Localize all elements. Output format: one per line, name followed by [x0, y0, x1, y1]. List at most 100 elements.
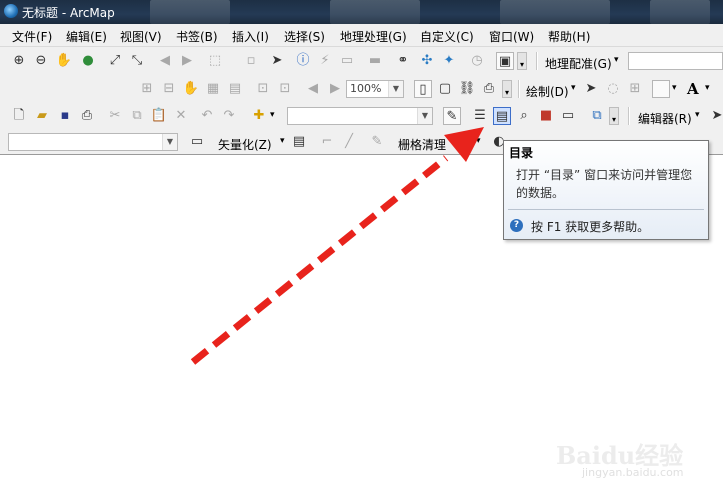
redo-icon[interactable]: ↷ — [220, 107, 238, 125]
new-text-icon[interactable]: A — [687, 80, 699, 98]
chevron-down-icon[interactable]: ▾ — [695, 110, 700, 120]
measure-icon[interactable]: ▬ — [366, 52, 384, 70]
select-arrow-icon[interactable]: ➤ — [582, 80, 600, 98]
menu-customize[interactable]: 自定义(C) — [420, 28, 474, 45]
chevron-down-icon[interactable]: ▾ — [476, 136, 481, 146]
tooltip-divider — [508, 209, 704, 210]
print-icon[interactable]: ⎙ — [78, 107, 96, 125]
select-features-icon[interactable]: ⬚ — [206, 52, 224, 70]
window-title: 无标题 - ArcMap — [22, 6, 115, 20]
editor-toolbar-icon[interactable]: ✎ — [443, 107, 461, 125]
zoom-in-icon[interactable]: ⊕ — [10, 52, 28, 70]
back-arrow-icon[interactable]: ◀ — [156, 52, 174, 70]
chevron-down-icon[interactable]: ▾ — [614, 55, 619, 65]
table-of-contents-icon[interactable]: ☰ — [471, 107, 489, 125]
zoom-to-selected-icon[interactable]: ⊞ — [626, 80, 644, 98]
toolbar-options-icon[interactable]: ▾ — [517, 52, 527, 70]
menu-insert[interactable]: 插入(I) — [232, 28, 269, 45]
go-to-xy-icon[interactable]: ✦ — [440, 52, 458, 70]
identify-icon[interactable]: ⓘ — [294, 52, 312, 70]
rectangle-icon[interactable] — [652, 80, 670, 98]
map-scale-select[interactable]: ▼ — [287, 107, 433, 125]
editor-menu[interactable]: 编辑器(R) — [638, 110, 692, 127]
create-viewer-window-icon[interactable]: ▣ — [496, 52, 514, 70]
zoom-percent-select[interactable]: 100% ▼ — [346, 80, 404, 98]
line-tool-icon[interactable]: ╱ — [340, 133, 358, 151]
menu-view[interactable]: 视图(V) — [120, 28, 162, 45]
tooltip-description: 打开 “目录” 窗口来访问并管理您的数据。 — [516, 168, 693, 200]
pan-hand-icon[interactable]: ✋ — [55, 52, 73, 70]
new-document-icon[interactable]: 🗋 — [10, 107, 28, 125]
html-popup-icon[interactable]: ▭ — [338, 52, 356, 70]
clear-selection-icon[interactable]: ▫ — [242, 52, 260, 70]
open-folder-icon[interactable]: ▰ — [33, 107, 51, 125]
menu-bookmarks[interactable]: 书签(B) — [176, 28, 218, 45]
edit-tool-icon[interactable]: ➤ — [708, 107, 723, 125]
catalog-window-icon[interactable]: ▤ — [493, 107, 511, 125]
fixed-zoom-out-icon[interactable]: ⤡ — [128, 52, 146, 70]
add-data-icon[interactable]: ✚ — [250, 107, 268, 125]
georeferencing-layer-select[interactable] — [628, 52, 723, 70]
chevron-down-icon[interactable]: ▾ — [705, 83, 710, 93]
forward-arrow-icon[interactable]: ▶ — [178, 52, 196, 70]
model-builder-icon[interactable]: ⧉ — [588, 107, 606, 125]
layout-zoom-in-icon[interactable]: ⊞ — [138, 80, 156, 98]
background-blur — [150, 0, 230, 24]
georeferencing-menu[interactable]: 地理配准(G) — [545, 55, 612, 72]
help-circle-icon: ? — [510, 219, 523, 232]
raster-cleanup-menu[interactable]: 栅格清理 — [398, 136, 446, 153]
background-blur — [500, 0, 610, 24]
change-layout-icon[interactable]: ⛓ — [458, 80, 476, 98]
draw-menu[interactable]: 绘制(D) — [526, 83, 569, 100]
vectorization-menu[interactable]: 矢量化(Z) — [218, 136, 272, 153]
chevron-down-icon[interactable]: ▾ — [672, 83, 677, 93]
menu-edit[interactable]: 编辑(E) — [66, 28, 107, 45]
layout-zoom-out-icon[interactable]: ⊟ — [160, 80, 178, 98]
menu-geoprocessing[interactable]: 地理处理(G) — [340, 28, 407, 45]
menu-selection[interactable]: 选择(S) — [284, 28, 325, 45]
menu-help[interactable]: 帮助(H) — [548, 28, 590, 45]
search-window-icon[interactable]: ⌕ — [515, 107, 533, 125]
layout-back-icon[interactable]: ◀ — [304, 80, 322, 98]
paste-icon[interactable]: 📋 — [150, 107, 168, 125]
fixed-zoom-in-layout-icon[interactable]: ⊡ — [254, 80, 272, 98]
target-layer-select[interactable]: ▼ — [8, 133, 178, 151]
arctoolbox-icon[interactable]: ■ — [537, 107, 555, 125]
fixed-zoom-out-layout-icon[interactable]: ⊡ — [276, 80, 294, 98]
menu-bar: 文件(F) 编辑(E) 视图(V) 书签(B) 插入(I) 选择(S) 地理处理… — [0, 24, 723, 47]
chevron-down-icon: ▼ — [417, 108, 432, 124]
time-slider-icon[interactable]: ◷ — [468, 52, 486, 70]
layout-pan-icon[interactable]: ✋ — [182, 80, 200, 98]
data-driven-pages-icon[interactable]: ⎙ — [480, 80, 498, 98]
layout-forward-icon[interactable]: ▶ — [326, 80, 344, 98]
focus-data-frame-icon[interactable]: ▢ — [436, 80, 454, 98]
menu-windows[interactable]: 窗口(W) — [489, 28, 534, 45]
copy-icon[interactable]: ⧉ — [128, 107, 146, 125]
chevron-down-icon[interactable]: ▾ — [280, 136, 285, 146]
vectorization-settings-icon[interactable]: ▤ — [290, 133, 308, 151]
vectorization-trace-icon[interactable]: ⌐ — [318, 133, 336, 151]
chevron-down-icon[interactable]: ▾ — [270, 110, 275, 120]
hyperlink-icon[interactable]: ⚡ — [316, 52, 334, 70]
delete-icon[interactable]: ✕ — [172, 107, 190, 125]
toolbar-options-icon[interactable]: ▾ — [502, 80, 512, 98]
shape-recognition-icon[interactable]: ✎ — [368, 133, 386, 151]
select-elements-icon[interactable]: ➤ — [268, 52, 286, 70]
undo-icon[interactable]: ↶ — [198, 107, 216, 125]
toolbar-options-icon[interactable]: ▾ — [609, 107, 619, 125]
fixed-zoom-in-icon[interactable]: ⤢ — [106, 52, 124, 70]
save-icon[interactable]: ▪ — [56, 107, 74, 125]
chevron-down-icon[interactable]: ▾ — [571, 83, 576, 93]
find-binoculars-icon[interactable]: ⚭ — [394, 52, 412, 70]
find-route-icon[interactable]: ✣ — [418, 52, 436, 70]
menu-file[interactable]: 文件(F) — [12, 28, 52, 45]
arcscan-options-icon[interactable]: ▭ — [188, 133, 206, 151]
zoom-out-icon[interactable]: ⊖ — [32, 52, 50, 70]
full-extent-icon[interactable]: ● — [79, 52, 97, 70]
cut-icon[interactable]: ✂ — [106, 107, 124, 125]
zoom-whole-page-icon[interactable]: ▦ — [204, 80, 222, 98]
python-window-icon[interactable]: ▭ — [559, 107, 577, 125]
rotate-icon[interactable]: ◌ — [604, 80, 622, 98]
zoom-100-icon[interactable]: ▤ — [226, 80, 244, 98]
toggle-draft-mode-icon[interactable]: ▯ — [414, 80, 432, 98]
